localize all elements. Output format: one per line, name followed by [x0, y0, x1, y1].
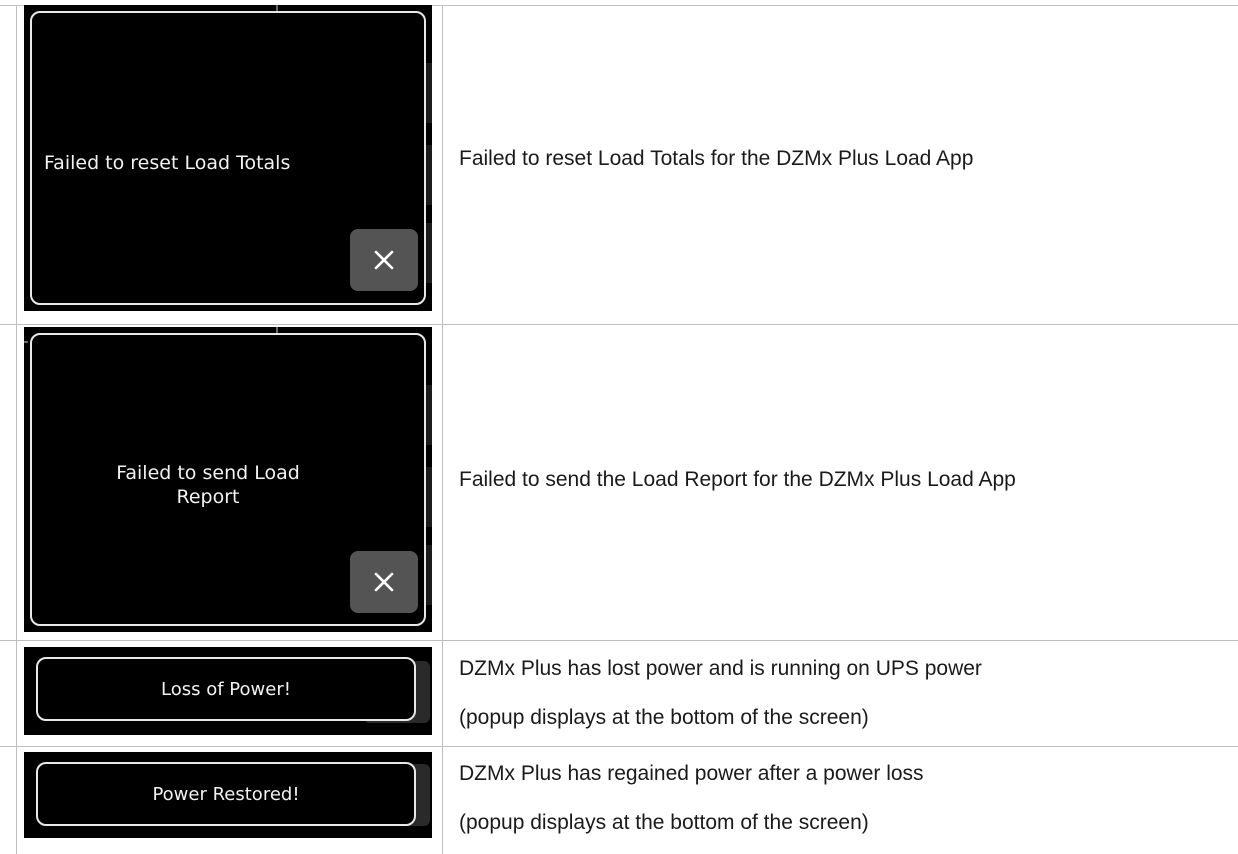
- table-row-divider: [0, 324, 1238, 325]
- error-popup: Failed to send Load Report: [30, 333, 426, 626]
- power-popup: Power Restored!: [36, 762, 416, 826]
- row-description-line: DZMx Plus has lost power and is running …: [459, 657, 982, 680]
- row-description-line: (popup displays at the bottom of the scr…: [459, 811, 869, 834]
- close-button[interactable]: [350, 229, 418, 291]
- background-frame-line: [24, 341, 28, 343]
- table-border-left: [16, 5, 17, 854]
- popup-message-line: Report: [176, 486, 240, 508]
- popup-message: Failed to send Load Report: [78, 461, 338, 509]
- row-description-line: DZMx Plus has regained power after a pow…: [459, 762, 924, 785]
- device-screenshot: Failed to send Load Report: [24, 327, 432, 632]
- row-description: Failed to reset Load Totals for the DZMx…: [459, 147, 974, 170]
- row-description-line: (popup displays at the bottom of the scr…: [459, 706, 869, 729]
- row-description: Failed to send the Load Report for the D…: [459, 468, 1016, 491]
- table-row-divider: [0, 746, 1238, 747]
- device-screenshot: Power Restored!: [24, 752, 432, 838]
- close-icon: [374, 250, 394, 270]
- device-screenshot: Loss of Power!: [24, 647, 432, 735]
- close-button[interactable]: [350, 551, 418, 613]
- table-row-divider: [0, 640, 1238, 641]
- device-screenshot: Failed to reset Load Totals: [24, 5, 432, 311]
- popup-message-line: Failed to send Load: [116, 462, 300, 484]
- popup-message: Power Restored!: [152, 783, 300, 805]
- power-popup: Loss of Power!: [36, 657, 416, 721]
- table-column-divider: [442, 5, 443, 854]
- close-icon: [374, 572, 394, 592]
- popup-message: Failed to reset Load Totals: [44, 152, 291, 174]
- popup-message: Loss of Power!: [161, 678, 291, 700]
- error-popup: Failed to reset Load Totals: [30, 11, 426, 305]
